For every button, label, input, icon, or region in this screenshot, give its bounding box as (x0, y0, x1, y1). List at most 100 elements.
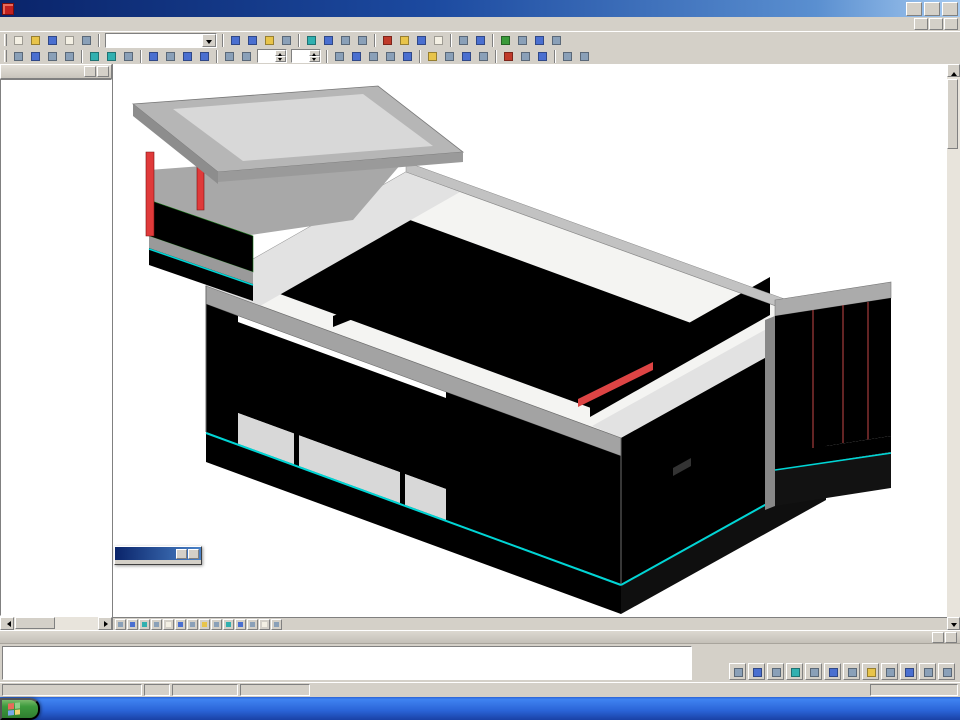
ansicht-palette-titlebar[interactable] (115, 547, 201, 560)
toolbar-icon[interactable] (121, 49, 136, 64)
view-icon[interactable] (127, 619, 138, 630)
toolbar-grip[interactable] (4, 50, 7, 62)
toolbar-icon[interactable] (383, 49, 398, 64)
scrollbar-thumb[interactable] (947, 79, 958, 149)
mdi-restore-button[interactable] (929, 18, 943, 30)
command-icon[interactable] (748, 663, 765, 680)
view-icon[interactable] (235, 619, 246, 630)
restore-button[interactable] (924, 2, 940, 16)
toolbar-icon[interactable] (380, 33, 395, 48)
front-wall-pier[interactable] (206, 304, 238, 444)
annex-right[interactable] (765, 282, 891, 510)
toolbar-icon[interactable] (518, 49, 533, 64)
toolbar-icon[interactable] (262, 33, 277, 48)
menu-tree-header[interactable] (0, 64, 112, 79)
command-icon[interactable] (786, 663, 803, 680)
toolbar-icon[interactable] (532, 33, 547, 48)
scroll-right-icon[interactable] (98, 617, 112, 630)
status-snap-mode[interactable] (870, 684, 958, 696)
viewport-vertical-scrollbar[interactable] (947, 64, 960, 630)
command-icon[interactable] (938, 663, 955, 680)
view-icon[interactable] (199, 619, 210, 630)
command-icon[interactable] (824, 663, 841, 680)
toolbar-icon[interactable] (163, 49, 178, 64)
toolbar-icon[interactable] (349, 49, 364, 64)
scroll-left-icon[interactable] (0, 617, 14, 630)
preview-icon[interactable] (79, 33, 94, 48)
command-input[interactable] (2, 646, 692, 680)
toolbar-icon[interactable] (279, 33, 294, 48)
toolbar-icon[interactable] (501, 49, 516, 64)
command-icon[interactable] (881, 663, 898, 680)
toolbar-icon[interactable] (459, 49, 474, 64)
minimize-button[interactable] (906, 2, 922, 16)
view-icon[interactable] (163, 619, 174, 630)
view-icon[interactable] (187, 619, 198, 630)
toolbar-icon[interactable] (515, 33, 530, 48)
toolbar-icon[interactable] (338, 33, 353, 48)
toolbar-icon[interactable] (355, 33, 370, 48)
command-panel-header[interactable] (0, 631, 960, 644)
view-icon[interactable] (175, 619, 186, 630)
pin-icon[interactable] (932, 632, 944, 643)
close-button[interactable] (942, 2, 958, 16)
toolbar-icon[interactable] (577, 49, 592, 64)
toolbar-icon[interactable] (456, 33, 471, 48)
pin-icon[interactable] (84, 66, 96, 77)
toolbar-icon[interactable] (442, 49, 457, 64)
spinner-down-icon[interactable] (309, 56, 320, 62)
toolbar-icon[interactable] (425, 49, 440, 64)
toolbar-icon[interactable] (45, 49, 60, 64)
toolbar-icon[interactable] (560, 49, 575, 64)
glass-column-1[interactable] (294, 343, 299, 467)
annex-red-column-1[interactable] (146, 152, 154, 236)
toolbar-icon[interactable] (180, 49, 195, 64)
view-icon[interactable] (139, 619, 150, 630)
toolbar-icon[interactable] (197, 49, 212, 64)
spinner-down-icon[interactable] (275, 56, 286, 62)
scroll-up-icon[interactable] (947, 64, 960, 77)
toolbar-icon[interactable] (473, 33, 488, 48)
view-icon[interactable] (259, 619, 270, 630)
toolbar-icon[interactable] (62, 49, 77, 64)
title-bar[interactable] (0, 0, 960, 17)
view-icon[interactable] (247, 619, 258, 630)
toolbar-icon[interactable] (397, 33, 412, 48)
toolbar-icon[interactable] (87, 49, 102, 64)
command-icon[interactable] (805, 663, 822, 680)
command-icon[interactable] (843, 663, 860, 680)
save-icon[interactable] (45, 33, 60, 48)
project-combobox[interactable] (105, 33, 217, 48)
combobox-dropdown-icon[interactable] (202, 34, 216, 47)
close-icon[interactable] (97, 66, 109, 77)
toolbar-icon[interactable] (332, 49, 347, 64)
annex-right-red-wall[interactable] (775, 298, 891, 454)
start-button[interactable] (0, 698, 40, 720)
toolbar-spinner-2[interactable] (291, 49, 321, 63)
toolbar-icon[interactable] (476, 49, 491, 64)
toolbar-icon[interactable] (228, 33, 243, 48)
toolbar-icon[interactable] (535, 49, 550, 64)
toolbar-icon[interactable] (366, 49, 381, 64)
toolbar-grip[interactable] (4, 34, 7, 46)
toolbar-icon[interactable] (549, 33, 564, 48)
mdi-close-button[interactable] (944, 18, 958, 30)
mdi-minimize-button[interactable] (914, 18, 928, 30)
palette-menu-icon[interactable] (176, 549, 187, 559)
status-layer[interactable] (172, 684, 238, 696)
scroll-down-icon[interactable] (947, 617, 960, 630)
command-icon[interactable] (767, 663, 784, 680)
command-icon[interactable] (729, 663, 746, 680)
toolbar-icon[interactable] (321, 33, 336, 48)
view-icon[interactable] (115, 619, 126, 630)
print-icon[interactable] (62, 33, 77, 48)
toolbar-spinner-1[interactable] (257, 49, 287, 63)
model-viewport[interactable] (113, 64, 947, 630)
command-icon[interactable] (862, 663, 879, 680)
view-icon[interactable] (151, 619, 162, 630)
close-icon[interactable] (945, 632, 957, 643)
toolbar-icon[interactable] (222, 49, 237, 64)
command-icon[interactable] (919, 663, 936, 680)
toolbar-icon[interactable] (245, 33, 260, 48)
ansicht-palette[interactable] (114, 546, 202, 565)
